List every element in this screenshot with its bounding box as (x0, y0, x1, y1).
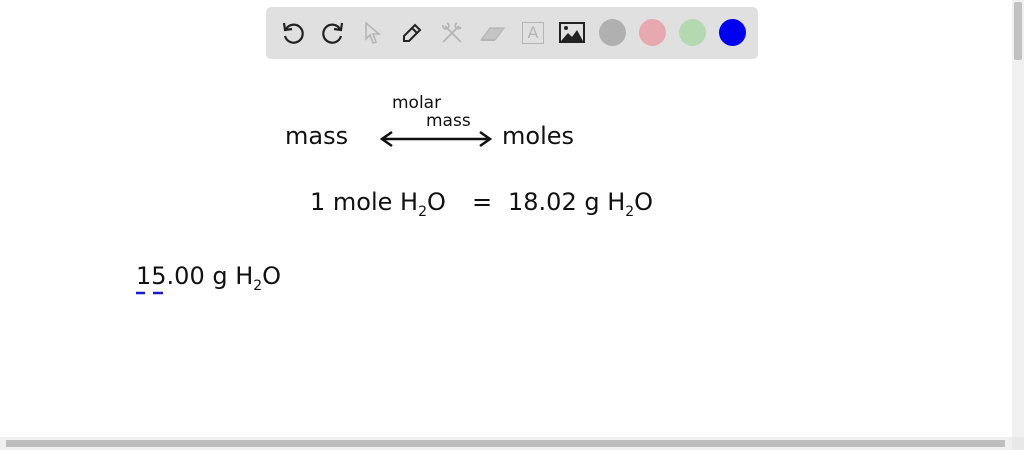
tools-icon (442, 22, 462, 43)
eraser-icon (479, 27, 506, 41)
pen-icon (403, 23, 422, 42)
color-green[interactable] (679, 19, 706, 46)
given-quantity: 15.00 g H2O (136, 262, 281, 294)
equation-left: 1 mole H2O (310, 188, 446, 220)
vertical-scrollbar[interactable] (1012, 0, 1024, 437)
image-tool[interactable] (557, 18, 587, 48)
moles-term: moles (502, 122, 574, 150)
scrollbar-corner (1012, 437, 1024, 450)
color-gray[interactable] (599, 19, 626, 46)
eraser-tool[interactable] (477, 18, 507, 48)
molar-label: molar (392, 93, 441, 113)
vertical-scroll-thumb[interactable] (1014, 2, 1022, 60)
text-icon: A (522, 22, 544, 44)
whiteboard-drawing: molar mass mass moles 1 mole H2O = 18.02… (136, 93, 653, 295)
color-blue[interactable] (719, 19, 746, 46)
whiteboard-canvas[interactable]: molar mass mass moles 1 mole H2O = 18.02… (0, 0, 1010, 437)
redo-icon (322, 22, 344, 44)
color-pink[interactable] (639, 19, 666, 46)
select-tool[interactable] (358, 18, 388, 48)
drawing-toolbar: A (266, 7, 758, 59)
horizontal-scrollbar[interactable] (0, 437, 1012, 450)
double-arrow (379, 130, 493, 148)
select-icon (365, 21, 382, 45)
mass-label-small: mass (426, 111, 471, 131)
text-tool[interactable]: A (518, 18, 548, 48)
undo-button[interactable] (278, 18, 308, 48)
redo-button[interactable] (318, 18, 348, 48)
image-icon (559, 22, 585, 43)
equals-sign: = (472, 188, 492, 216)
tools-button[interactable] (437, 18, 467, 48)
horizontal-scroll-thumb[interactable] (6, 440, 1005, 447)
equation-right: 18.02 g H2O (508, 188, 653, 220)
undo-icon (282, 22, 304, 44)
mass-term: mass (285, 122, 348, 150)
pen-tool[interactable] (397, 18, 427, 48)
